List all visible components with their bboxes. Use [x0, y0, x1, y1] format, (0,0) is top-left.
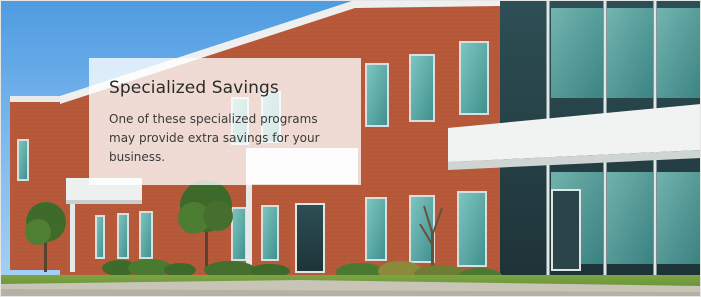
hero-banner: Specialized Savings One of these special… [0, 0, 701, 297]
promo-description: One of these specialized programs may pr… [109, 112, 320, 164]
promo-card: Specialized Savings One of these special… [89, 58, 361, 185]
promo-title: Specialized Savings [109, 78, 279, 98]
